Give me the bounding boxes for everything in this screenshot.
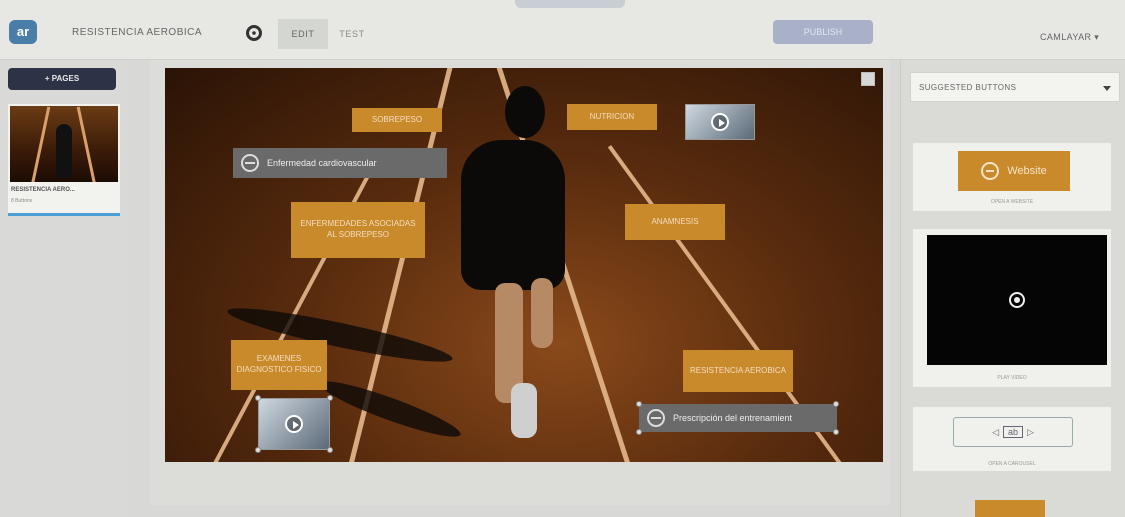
project-title[interactable]: RESISTENCIA AEROBICA	[72, 27, 202, 38]
user-menu[interactable]: CAMLAYAR ▾	[1040, 32, 1099, 43]
page-name: RESISTENCIA AERO...	[11, 187, 75, 193]
video-preview[interactable]	[927, 235, 1107, 365]
video-hotspot-bottom[interactable]	[258, 398, 330, 450]
hotspot-examenes[interactable]: EXAMENES DIAGNOSTICO FISICO	[231, 340, 327, 390]
carousel-caption: OPEN A CAROUSEL	[988, 461, 1036, 467]
hotspot-label: Enfermedad cardiovascular	[267, 158, 377, 168]
tab-test[interactable]: TEST	[332, 19, 372, 49]
carousel-icon: ◁ ab ▷	[953, 417, 1073, 447]
dropdown-label: SUGGESTED BUTTONS	[919, 83, 1017, 92]
app-logo[interactable]: ar	[9, 20, 37, 44]
video-hotspot-top[interactable]	[685, 104, 755, 140]
hotspot-cardiovascular[interactable]: Enfermedad cardiovascular	[233, 148, 447, 178]
globe-icon	[647, 409, 665, 427]
chevron-down-icon	[1103, 86, 1111, 91]
play-icon	[285, 415, 303, 433]
page-thumbnail	[10, 106, 118, 182]
publish-button[interactable]: PUBLISH	[773, 20, 873, 44]
scene-image[interactable]: SOBREPESO NUTRICION ENFERMEDADES ASOCIAD…	[165, 68, 883, 462]
hotspot-label: Prescripción del entrenamient	[673, 413, 793, 423]
hotspot-nutricion[interactable]: NUTRICION	[567, 104, 657, 130]
play-icon	[1009, 292, 1025, 308]
globe-icon	[981, 162, 1000, 180]
hotspot-resistencia[interactable]: RESISTENCIA AEROBICA	[683, 350, 793, 392]
website-caption: OPEN A WEBSITE	[990, 199, 1034, 205]
video-caption: PLAY VIDEO	[997, 375, 1027, 381]
play-icon	[711, 113, 729, 131]
video-button-template[interactable]: PLAY VIDEO	[912, 228, 1112, 388]
hotspot-prescripcion[interactable]: Prescripción del entrenamient	[639, 404, 837, 432]
website-button-template[interactable]: Website OPEN A WEBSITE	[912, 142, 1112, 212]
globe-icon	[241, 154, 259, 172]
carousel-button-template[interactable]: ◁ ab ▷ OPEN A CAROUSEL	[912, 406, 1112, 472]
hotspot-anamnesis[interactable]: ANAMNESIS	[625, 204, 725, 240]
page-button-count: 8 Buttons	[11, 198, 33, 204]
suggested-buttons-dropdown[interactable]: SUGGESTED BUTTONS	[910, 72, 1120, 102]
website-label: Website	[1007, 165, 1047, 177]
hotspot-enfermedades[interactable]: ENFERMEDADES ASOCIADAS AL SOBREPESO	[291, 202, 425, 258]
gear-icon[interactable]	[246, 25, 262, 41]
website-button[interactable]: Website	[958, 151, 1070, 191]
top-drawer-handle[interactable]	[515, 0, 625, 8]
canvas-corner-control[interactable]	[861, 72, 875, 86]
hotspot-sobrepeso[interactable]: SOBREPESO	[352, 108, 442, 132]
tab-edit[interactable]: EDIT	[278, 19, 328, 49]
page-card[interactable]: RESISTENCIA AERO... 8 Buttons	[8, 104, 120, 216]
add-page-button[interactable]: + PAGES	[8, 68, 116, 90]
next-template-peek[interactable]	[975, 500, 1045, 517]
